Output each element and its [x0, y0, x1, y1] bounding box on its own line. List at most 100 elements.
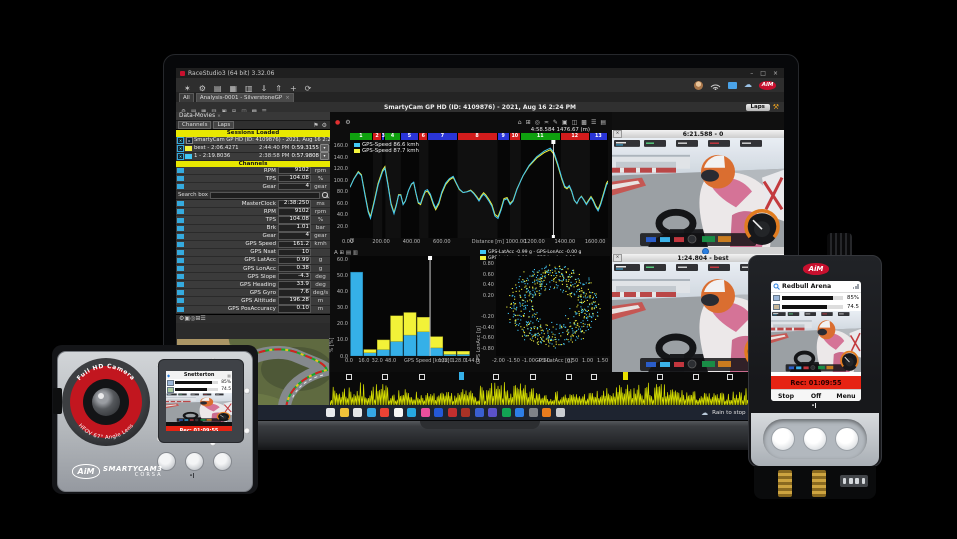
taskbar-app-icon[interactable] — [515, 408, 524, 417]
devices-icon[interactable] — [728, 81, 737, 89]
measure-icon[interactable]: ≍ — [544, 119, 549, 126]
wifi-icon[interactable] — [710, 81, 721, 90]
split-icon[interactable]: ◫ — [572, 119, 578, 126]
lap-marker-icon[interactable] — [382, 374, 389, 380]
logger-button-2[interactable] — [803, 427, 827, 451]
stop-button[interactable]: Stop — [771, 393, 801, 400]
lap-expand-button[interactable]: ▾ — [320, 144, 329, 152]
camera-button-2[interactable] — [185, 452, 204, 471]
channel-row[interactable]: MasterClock 2:38:250 ms — [176, 200, 330, 209]
menu-icon[interactable]: ☰ — [200, 315, 205, 322]
cloud-icon[interactable]: ☁ — [744, 81, 752, 89]
track-segment-5[interactable]: 5 — [400, 133, 420, 140]
taskbar-app-icon[interactable] — [326, 408, 335, 417]
panel-tab[interactable]: Data-Movies × — [176, 112, 330, 121]
checkbox-icon[interactable]: ✕ — [177, 152, 184, 160]
taskbar-app-icon[interactable] — [434, 408, 443, 417]
track-segment-bar[interactable]: 1 2 3 4 5 6 7 8 9 10 11 12 13 — [350, 133, 608, 140]
video1-header[interactable]: × 6:21.588 - 0 — [612, 130, 784, 138]
off-button[interactable]: Off — [801, 393, 831, 400]
search-icon[interactable] — [322, 192, 328, 198]
lap-marker-icon[interactable] — [656, 374, 663, 380]
track-segment-1[interactable]: 1 — [350, 133, 373, 140]
channel-row[interactable]: GPS LatAcc 0.99 g — [176, 256, 330, 266]
checkbox-icon[interactable]: ✕ — [177, 136, 184, 144]
selected-lap-marker-icon[interactable] — [622, 372, 628, 380]
close-button[interactable]: × — [773, 70, 778, 77]
layout-icon[interactable]: ▣ — [562, 119, 568, 126]
lap-row-best[interactable]: ✕ best - 2:06.4271 2:44:40 PM 0:59.3155 … — [176, 144, 330, 153]
gear-icon[interactable]: ⚙ — [322, 122, 327, 129]
taskbar-app-icon[interactable] — [339, 408, 349, 417]
channel-row[interactable]: RPM 9102 rpm — [176, 208, 330, 217]
lap-marker-icon[interactable] — [693, 374, 700, 380]
subtab-laps[interactable]: Laps — [213, 120, 235, 130]
lap-marker-icon[interactable] — [418, 374, 425, 380]
laps-button[interactable]: Laps — [745, 103, 770, 111]
session-row[interactable]: ✕ ▸ SmartyCam GP HD (ID: 4109876) - 2021… — [176, 136, 330, 145]
wrench-icon[interactable]: ⚒ — [773, 103, 779, 111]
track-segment-9[interactable]: 9 — [497, 133, 510, 140]
track-segment-7[interactable]: 7 — [428, 133, 458, 140]
channel-row[interactable]: GPS LonAcc 0.38 g — [176, 264, 330, 274]
lap-marker-icon[interactable] — [529, 374, 536, 380]
maximize-button[interactable]: □ — [760, 70, 766, 77]
lap-marker-icon[interactable] — [727, 374, 734, 380]
channel-row[interactable]: GPS Gyro 7.6 deg/s — [176, 289, 330, 298]
edit-icon[interactable]: ✎ — [553, 119, 558, 126]
menu-icon[interactable]: ☰ — [591, 119, 596, 126]
gg-scatter-chart[interactable] — [496, 256, 610, 356]
channel-row[interactable]: GPS Slope -4.3 deg — [176, 272, 330, 282]
menu-button[interactable]: Menu — [831, 393, 861, 400]
taskbar-app-icon[interactable] — [542, 408, 551, 417]
channel-row[interactable]: Gear 4 gear — [176, 182, 330, 192]
home-icon[interactable]: ⌂ — [518, 119, 522, 126]
close-icon[interactable]: × — [613, 130, 622, 138]
lap-marker-icon[interactable] — [493, 374, 500, 380]
channel-row[interactable]: GPS PosAccuracy 0.10 m — [176, 305, 330, 314]
channel-row[interactable]: GPS Heading 33.9 deg — [176, 281, 330, 290]
session-overview-strip[interactable] — [330, 372, 784, 405]
track-segment-11[interactable]: 11 — [520, 133, 561, 140]
channel-row[interactable]: GPS Altitude 196.28 m — [176, 297, 330, 306]
panels-icon[interactable]: ▤ — [600, 119, 606, 126]
taskbar-app-icon[interactable] — [528, 408, 538, 417]
taskbar-app-icon[interactable] — [393, 408, 403, 417]
channel-row[interactable]: TPS 104.08% — [176, 216, 330, 225]
track-segment-4[interactable]: 4 — [385, 133, 401, 140]
camera-button-3[interactable] — [213, 452, 232, 471]
flag-icon[interactable]: ⚑ — [313, 122, 318, 129]
weather-text[interactable]: Rain to stop — [712, 410, 746, 416]
channel-row[interactable]: TPS 104.08% — [176, 174, 330, 184]
channel-row[interactable]: Gear 4 gear — [176, 232, 330, 241]
taskbar-app-icon[interactable] — [353, 408, 362, 417]
zoom-icon[interactable]: ◎ — [535, 119, 540, 126]
taskbar-app-icon[interactable] — [555, 408, 565, 417]
taskbar-app-icon[interactable] — [501, 408, 511, 417]
lap-marker-icon[interactable] — [566, 374, 573, 380]
track-segment-10[interactable]: 10 — [509, 133, 521, 140]
checkbox-icon[interactable]: ✕ — [177, 144, 184, 152]
taskbar-app-icon[interactable] — [366, 408, 376, 417]
lap-row-1[interactable]: ✕ 1 - 2:19.8036 2:38:58 PM 0:57.9808 ▾ — [176, 152, 330, 161]
search-input[interactable] — [209, 191, 320, 200]
user-avatar-icon[interactable] — [694, 80, 703, 90]
track-segment-12[interactable]: 12 — [560, 133, 590, 140]
channel-row[interactable]: RPM 9102 rpm — [176, 166, 330, 176]
subtab-channels[interactable]: Channels — [178, 120, 212, 130]
record-dot-icon[interactable]: ● — [335, 119, 340, 126]
onboard-video-1[interactable] — [612, 138, 784, 247]
channel-row[interactable]: GPS Nsat 10 — [176, 248, 330, 257]
selected-lap-marker-icon[interactable] — [459, 372, 465, 380]
taskbar-app-icon[interactable] — [420, 408, 430, 417]
logger-button-1[interactable] — [771, 427, 795, 451]
close-icon[interactable]: × — [613, 254, 622, 262]
tab-close-icon[interactable]: × — [285, 95, 290, 101]
lap-marker-icon[interactable] — [345, 374, 352, 380]
grid-icon[interactable]: ⊞ — [526, 119, 531, 126]
lap-marker-icon[interactable] — [591, 374, 598, 380]
taskbar-app-icon[interactable] — [474, 408, 484, 417]
taskbar-app-icon[interactable] — [461, 408, 470, 417]
taskbar-app-icon[interactable] — [380, 408, 389, 417]
taskbar-app-icon[interactable] — [407, 408, 416, 417]
